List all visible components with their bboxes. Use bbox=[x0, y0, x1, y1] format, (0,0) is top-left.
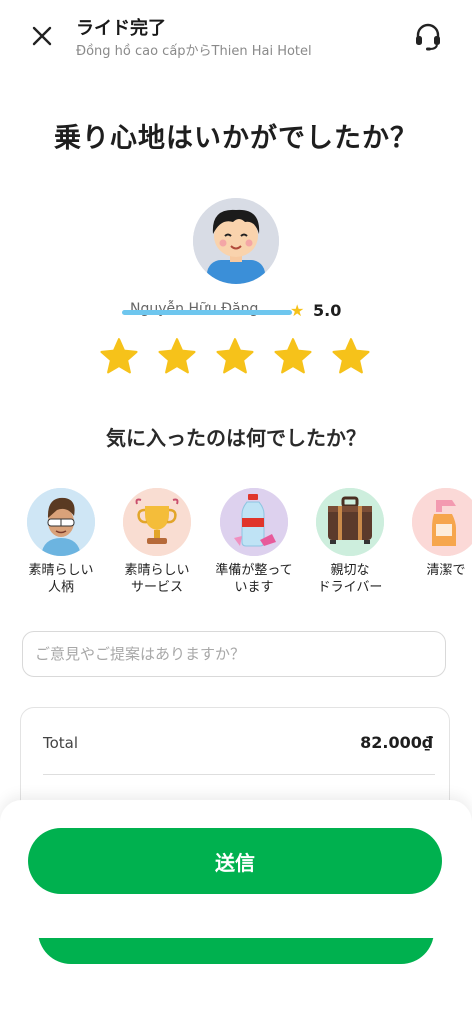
water-bottle-candy-icon bbox=[220, 488, 288, 556]
cool-person-icon bbox=[27, 488, 95, 556]
compliment-great-personality[interactable]: 素晴らしい 人柄 bbox=[19, 488, 103, 596]
star-1[interactable] bbox=[98, 336, 140, 378]
close-button[interactable] bbox=[26, 20, 58, 52]
name-redaction bbox=[122, 310, 292, 315]
trophy-icon bbox=[123, 488, 191, 556]
background-button-edge bbox=[38, 938, 434, 964]
page-title: ライド完了 bbox=[76, 18, 166, 39]
compliment-label: 素晴らしい サービス bbox=[124, 563, 190, 595]
route-subtitle: Đồng hồ cao cấpからThien Hai Hotel bbox=[76, 44, 312, 59]
compliment-label: 親切な ドライバー bbox=[317, 563, 383, 595]
suitcase-icon bbox=[316, 488, 384, 556]
star-2[interactable] bbox=[156, 336, 198, 378]
star-5[interactable] bbox=[330, 336, 372, 378]
driver-rating: 5.0 bbox=[313, 301, 342, 320]
compliment-label: 清潔で bbox=[426, 563, 466, 578]
star-icon: ★ bbox=[290, 301, 305, 320]
star-rating bbox=[98, 336, 374, 380]
driver-info: Nguyễn Hữu Đăng ★ 5.0 bbox=[0, 298, 472, 324]
total-label: Total bbox=[43, 734, 79, 752]
headset-icon bbox=[416, 23, 440, 51]
feedback-input[interactable] bbox=[22, 631, 446, 677]
spray-bottle-icon bbox=[412, 488, 472, 556]
compliment-label: 素晴らしい 人柄 bbox=[28, 563, 94, 595]
compliment-friendly-driver[interactable]: 親切な ドライバー bbox=[308, 488, 392, 596]
divider bbox=[43, 774, 435, 775]
compliment-clean[interactable]: 清潔で bbox=[404, 488, 472, 579]
compliment-label: 準備が整って います bbox=[215, 563, 293, 595]
compliment-question: 気に入ったのは何でしたか？ bbox=[106, 426, 366, 450]
support-button[interactable] bbox=[410, 18, 446, 54]
star-3[interactable] bbox=[214, 336, 256, 378]
send-button[interactable]: 送信 bbox=[28, 828, 442, 894]
ride-rating-question: 乗り心地はいかがでしたか？ bbox=[54, 123, 418, 154]
compliment-great-service[interactable]: 素晴らしい サービス bbox=[115, 488, 199, 596]
driver-avatar bbox=[193, 198, 279, 284]
close-icon bbox=[32, 26, 52, 46]
total-value: 82.000₫ bbox=[360, 733, 433, 752]
compliment-well-prepared[interactable]: 準備が整って います bbox=[212, 488, 296, 596]
star-4[interactable] bbox=[272, 336, 314, 378]
